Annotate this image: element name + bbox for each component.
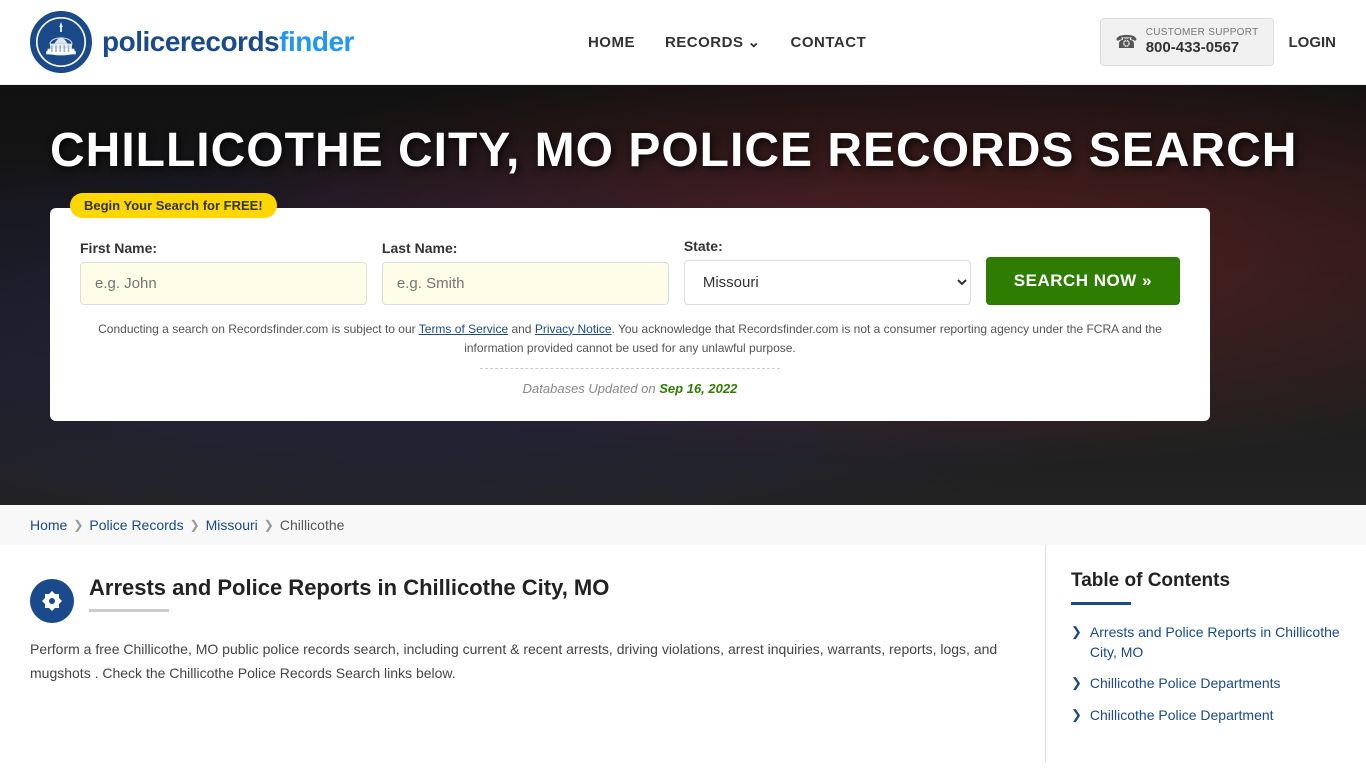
breadcrumb-police-records[interactable]: Police Records <box>89 517 183 533</box>
toc-link[interactable]: Chillicothe Police Department <box>1090 706 1274 726</box>
search-button[interactable]: SEARCH NOW » <box>986 257 1180 305</box>
toc-link[interactable]: Arrests and Police Reports in Chillicoth… <box>1090 623 1341 662</box>
last-name-input[interactable] <box>382 262 669 305</box>
free-badge: Begin Your Search for FREE! <box>70 193 277 218</box>
hero-content: CHILLICOTHE CITY, MO POLICE RECORDS SEAR… <box>50 125 1316 421</box>
breadcrumb-current: Chillicothe <box>280 517 345 533</box>
breadcrumb-home[interactable]: Home <box>30 517 67 533</box>
article-header: Arrests and Police Reports in Chillicoth… <box>30 575 1015 623</box>
search-box: Begin Your Search for FREE! First Name: … <box>50 208 1210 421</box>
search-fields: First Name: Last Name: State: AlabamaAla… <box>80 238 1180 305</box>
chevron-right-icon: ❯ <box>1071 675 1082 691</box>
chevron-down-icon: ⌄ <box>747 33 760 51</box>
first-name-group: First Name: <box>80 240 367 305</box>
sidebar: Table of Contents ❯ Arrests and Police Re… <box>1046 545 1366 762</box>
breadcrumb-sep-3: ❯ <box>264 518 274 532</box>
headphone-icon: ☎ <box>1115 32 1137 53</box>
article-title: Arrests and Police Reports in Chillicoth… <box>89 575 609 601</box>
toc-link[interactable]: Chillicothe Police Departments <box>1090 674 1281 694</box>
state-group: State: AlabamaAlaskaArizonaArkansasCalif… <box>684 238 971 305</box>
nav-records[interactable]: RECORDS ⌄ <box>665 33 761 51</box>
first-name-input[interactable] <box>80 262 367 305</box>
disclaimer-text: Conducting a search on Recordsfinder.com… <box>80 320 1180 358</box>
toc-title: Table of Contents <box>1071 570 1341 592</box>
toc-item[interactable]: ❯ Chillicothe Police Departments <box>1071 674 1341 694</box>
header: policerecordsfinder HOME RECORDS ⌄ CONTA… <box>0 0 1366 85</box>
article-body: Perform a free Chillicothe, MO public po… <box>30 638 1015 686</box>
main-nav: HOME RECORDS ⌄ CONTACT <box>588 33 866 51</box>
breadcrumb: Home ❯ Police Records ❯ Missouri ❯ Chill… <box>0 505 1366 545</box>
article-title-underline <box>89 609 169 612</box>
article-title-block: Arrests and Police Reports in Chillicoth… <box>89 575 609 612</box>
terms-link[interactable]: Terms of Service <box>419 322 508 336</box>
support-info: CUSTOMER SUPPORT 800-433-0567 <box>1146 27 1259 57</box>
customer-support-button[interactable]: ☎ CUSTOMER SUPPORT 800-433-0567 <box>1100 18 1273 66</box>
hero-section: CHILLICOTHE CITY, MO POLICE RECORDS SEAR… <box>0 85 1366 505</box>
hero-title: CHILLICOTHE CITY, MO POLICE RECORDS SEAR… <box>50 125 1316 178</box>
main-content: Arrests and Police Reports in Chillicoth… <box>0 545 1366 762</box>
first-name-label: First Name: <box>80 240 367 256</box>
toc-divider <box>1071 602 1131 605</box>
breadcrumb-sep-1: ❯ <box>73 518 83 532</box>
badge-icon <box>30 579 74 623</box>
last-name-group: Last Name: <box>382 240 669 305</box>
divider <box>480 368 780 369</box>
chevron-right-icon: ❯ <box>1071 707 1082 723</box>
nav-home[interactable]: HOME <box>588 34 635 51</box>
logo-text: policerecordsfinder <box>102 26 354 58</box>
logo-icon <box>30 11 92 73</box>
state-select[interactable]: AlabamaAlaskaArizonaArkansasCaliforniaCo… <box>684 260 971 305</box>
nav-right: ☎ CUSTOMER SUPPORT 800-433-0567 LOGIN <box>1100 18 1336 66</box>
nav-contact[interactable]: CONTACT <box>791 34 867 51</box>
logo[interactable]: policerecordsfinder <box>30 11 354 73</box>
login-button[interactable]: LOGIN <box>1289 34 1337 51</box>
breadcrumb-state[interactable]: Missouri <box>206 517 258 533</box>
chevron-right-icon: ❯ <box>1071 624 1082 640</box>
last-name-label: Last Name: <box>382 240 669 256</box>
content-area: Arrests and Police Reports in Chillicoth… <box>0 545 1046 762</box>
toc-item[interactable]: ❯ Arrests and Police Reports in Chillicot… <box>1071 623 1341 662</box>
toc-item[interactable]: ❯ Chillicothe Police Department <box>1071 706 1341 726</box>
breadcrumb-sep-2: ❯ <box>190 518 200 532</box>
db-update: Databases Updated on Sep 16, 2022 <box>80 381 1180 396</box>
privacy-link[interactable]: Privacy Notice <box>535 322 612 336</box>
state-label: State: <box>684 238 971 254</box>
toc-list: ❯ Arrests and Police Reports in Chillicot… <box>1071 623 1341 725</box>
